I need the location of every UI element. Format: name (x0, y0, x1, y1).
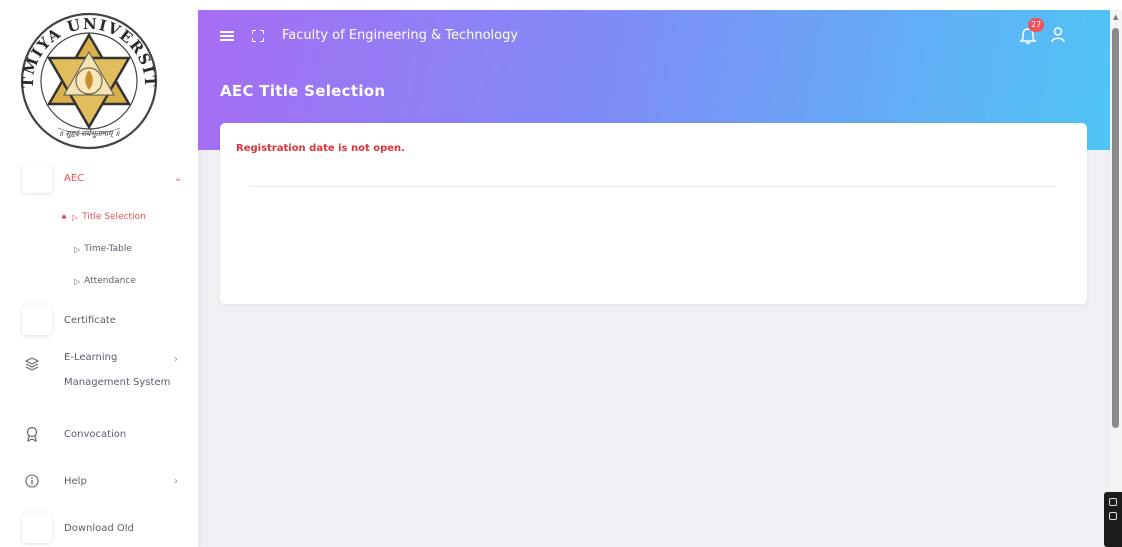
scroll-up-icon[interactable]: ▲ (1113, 13, 1118, 21)
fullscreen-icon[interactable] (252, 29, 264, 42)
chevron-right-icon: › (174, 354, 178, 365)
sidebar-item-certificate[interactable]: Certificate (10, 304, 198, 336)
chevron-down-icon: ⌄ (174, 172, 183, 184)
layers-icon (24, 356, 40, 372)
divider (250, 186, 1056, 187)
sidebar-item-label: Download Old (64, 522, 134, 534)
university-logo: ATMIYA UNIVERSITY ॥ सुहृदं सर्वभूतानाम् … (18, 10, 158, 150)
user-icon[interactable] (1050, 26, 1066, 44)
sidebar-subitem-label: Title Selection (82, 212, 146, 222)
camera-icon[interactable] (1109, 498, 1117, 506)
sidebar-item-label: Convocation (64, 428, 127, 440)
sidebar-item-elearning[interactable]: E-Learning Management System › (10, 350, 198, 394)
side-toolbar (1104, 492, 1122, 547)
active-dot-icon (62, 215, 66, 219)
sidebar-item-aec-label: AEC (64, 172, 85, 184)
sidebar-item-help[interactable]: Help › (10, 465, 198, 497)
certificate-icon-box (22, 305, 52, 335)
sidebar-subitem-label: Attendance (84, 276, 136, 286)
menu-icon[interactable] (220, 29, 234, 43)
video-icon[interactable] (1109, 512, 1117, 520)
info-icon (24, 473, 40, 489)
sidebar-item-label-line1: E-Learning (64, 352, 118, 363)
sidebar: ATMIYA UNIVERSITY ॥ सुहृदं सर्वभूतानाम् … (10, 10, 198, 547)
scrollbar[interactable]: ▲ (1110, 10, 1122, 547)
sidebar-item-label: Help (64, 475, 87, 487)
aec-icon-box (22, 163, 52, 193)
content-card: Registration date is not open. (220, 123, 1087, 304)
topbar: Faculty of Engineering & Technology (220, 28, 518, 43)
sidebar-subitem-label: Time-Table (84, 244, 132, 254)
sidebar-subitem-attendance[interactable]: ▷ Attendance (74, 276, 136, 286)
sidebar-item-download-old[interactable]: Download Old (10, 512, 198, 544)
sidebar-subitem-title-selection[interactable]: ▷ Title Selection (62, 212, 146, 222)
chevron-right-icon: › (174, 475, 178, 487)
award-icon (24, 426, 40, 442)
sidebar-item-label: Certificate (64, 314, 116, 326)
scrollbar-thumb[interactable] (1112, 28, 1119, 428)
triangle-right-icon: ▷ (74, 276, 81, 286)
logo-motto: ॥ सुहृदं सर्वभूतानाम् ॥ (59, 129, 120, 139)
sidebar-item-convocation[interactable]: Convocation (10, 418, 198, 450)
triangle-right-icon: ▷ (74, 244, 81, 254)
triangle-right-icon: ▷ (72, 212, 79, 222)
download-icon-box (22, 513, 52, 543)
sidebar-subitem-time-table[interactable]: ▷ Time-Table (74, 244, 132, 254)
registration-status-message: Registration date is not open. (236, 143, 405, 154)
page-title: AEC Title Selection (220, 82, 386, 100)
app-frame: ATMIYA UNIVERSITY ॥ सुहृदं सर्वभूतानाम् … (10, 10, 1110, 547)
sidebar-item-aec[interactable]: AEC ⌄ (10, 162, 198, 194)
sidebar-item-label-line2: Management System (64, 377, 171, 388)
faculty-name: Faculty of Engineering & Technology (282, 28, 519, 43)
notification-badge: 27 (1028, 18, 1045, 32)
